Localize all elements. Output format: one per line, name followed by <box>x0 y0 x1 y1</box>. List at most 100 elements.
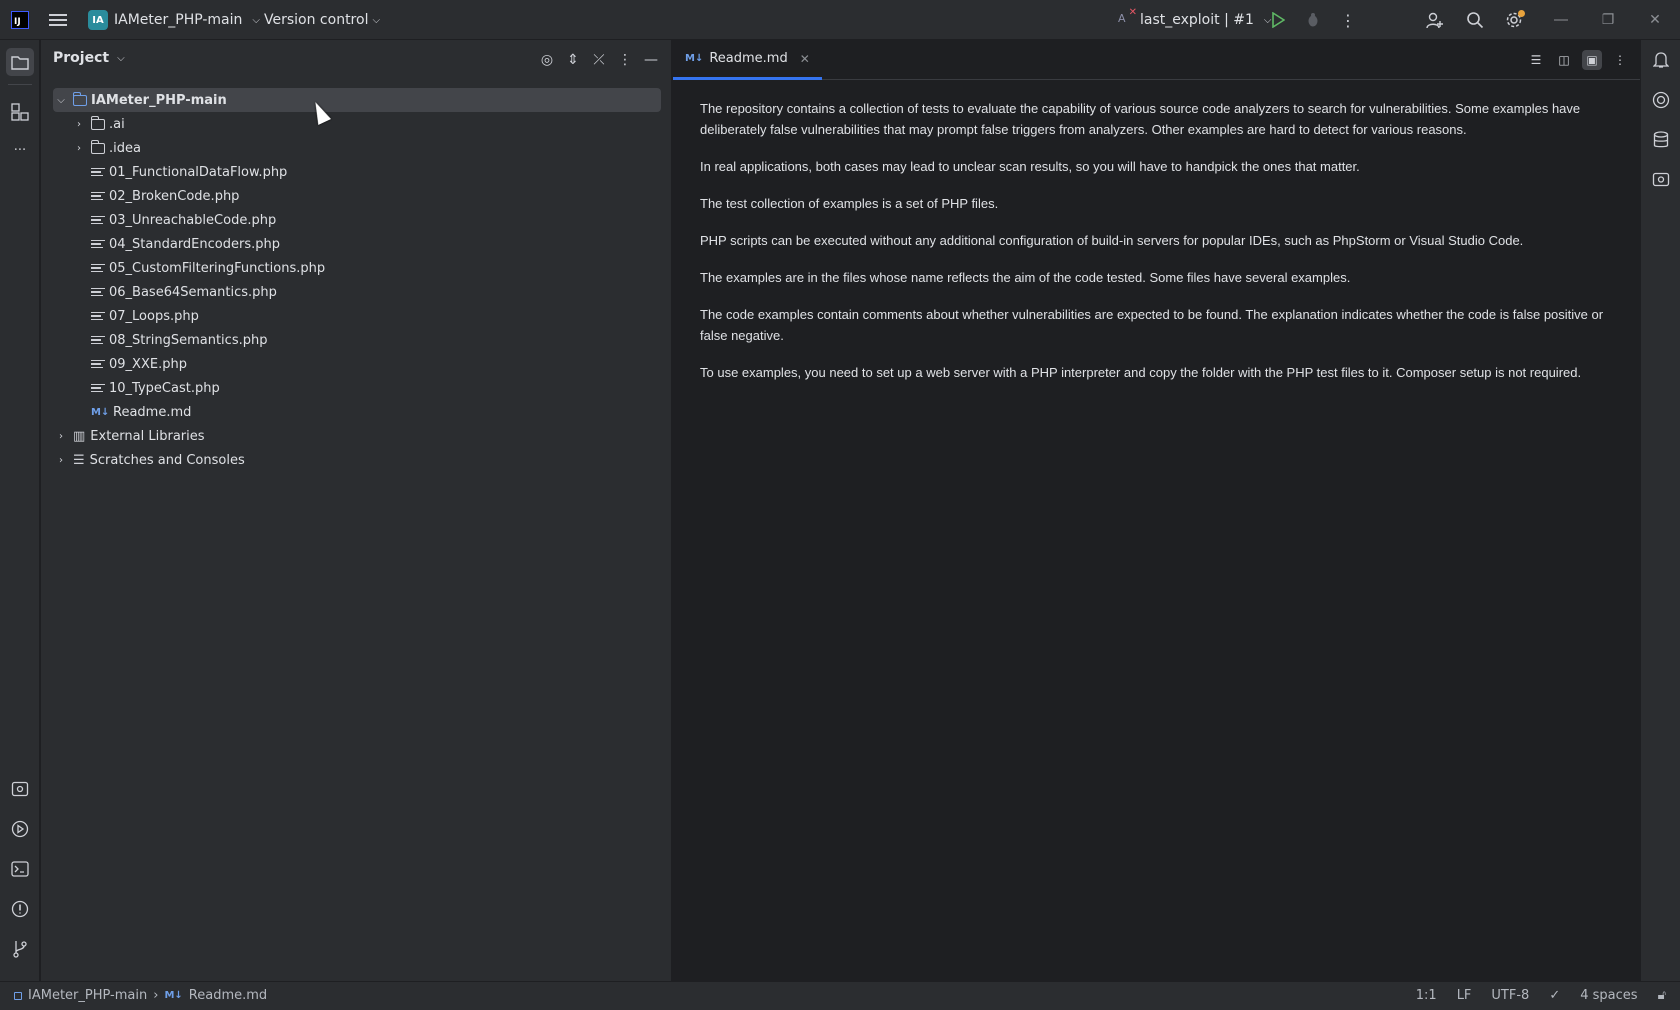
readme-paragraph: The repository contains a collection of … <box>700 101 1581 137</box>
run-icon[interactable] <box>1268 10 1288 30</box>
indent-setting[interactable]: 4 spaces <box>1580 988 1637 1003</box>
tree-item-label: IAMeter_PHP-main <box>91 92 227 108</box>
database-icon[interactable] <box>1651 130 1671 150</box>
ai-assistant-icon[interactable] <box>1651 90 1671 110</box>
search-icon[interactable] <box>1465 10 1485 30</box>
breadcrumb-file[interactable]: Readme.md <box>189 988 267 1003</box>
chevron-right-icon[interactable]: › <box>55 431 67 442</box>
more-icon[interactable]: ··· <box>6 136 34 164</box>
run-configuration-selector[interactable]: A ✕ last_exploit | #1 ⌵ <box>1118 7 1271 31</box>
tree-folder-item[interactable]: › ☰ Scratches and Consoles <box>53 448 661 472</box>
editor-only-icon[interactable]: ☰ <box>1526 50 1546 70</box>
library-icon: ▥ <box>73 428 86 444</box>
caret-position[interactable]: 1:1 <box>1416 988 1437 1003</box>
services-icon[interactable] <box>6 775 34 803</box>
collapse-all-icon[interactable]: ⤫ <box>591 50 607 70</box>
editor-view-tools: ☰ ◫ ▣ ⋮ <box>1526 50 1630 70</box>
tree-file-item[interactable]: 03_UnreachableCode.php <box>53 208 661 232</box>
hamburger-menu-icon[interactable] <box>49 12 67 28</box>
tree-item-label: External Libraries <box>90 428 205 444</box>
checkmark-icon[interactable]: ✓ <box>1549 988 1560 1003</box>
hide-icon[interactable]: — <box>643 50 659 70</box>
status-widgets: 1:1 LF UTF-8 ✓ 4 spaces 🔓︎ <box>1416 988 1666 1003</box>
php-file-icon <box>91 240 105 248</box>
chevron-right-icon[interactable]: › <box>55 455 67 466</box>
locate-icon[interactable]: ◎ <box>539 50 555 70</box>
line-separator[interactable]: LF <box>1457 988 1472 1003</box>
terminal-icon[interactable] <box>6 855 34 883</box>
chevron-right-icon[interactable]: › <box>73 119 85 130</box>
version-control-menu[interactable]: Version control ⌵ <box>264 9 380 31</box>
project-icon[interactable] <box>6 48 34 76</box>
tree-folder-item[interactable]: › .idea <box>53 136 661 160</box>
settings-icon[interactable] <box>1504 10 1525 30</box>
php-file-icon <box>91 360 105 368</box>
project-panel-header[interactable]: Project ⌵ <box>53 50 125 66</box>
markdown-preview: The repository contains a collection of … <box>700 98 1620 399</box>
add-user-icon[interactable] <box>1425 10 1445 30</box>
tree-file-item[interactable]: 10_TypeCast.php <box>53 376 661 400</box>
version-control-label: Version control <box>264 12 369 28</box>
tree-folder-item[interactable]: › .ai <box>53 112 661 136</box>
more-vertical-icon[interactable]: ⋮ <box>1610 50 1630 70</box>
more-vertical-icon[interactable]: ⋮ <box>617 50 633 70</box>
tree-file-item[interactable]: 06_Base64Semantics.php <box>53 280 661 304</box>
readme-paragraph: The examples are in the files whose name… <box>700 270 1351 285</box>
php-file-icon <box>91 336 105 344</box>
php-file-icon <box>91 384 105 392</box>
markdown-icon: M↓ <box>685 53 704 64</box>
tree-item-label: 05_CustomFilteringFunctions.php <box>109 260 326 276</box>
tree-file-item[interactable]: 04_StandardEncoders.php <box>53 232 661 256</box>
tree-file-item[interactable]: 05_CustomFilteringFunctions.php <box>53 256 661 280</box>
problems-icon[interactable] <box>6 895 34 923</box>
more-vertical-icon[interactable]: ⋮ <box>1338 10 1358 30</box>
readme-paragraph: The code examples contain comments about… <box>700 307 1604 343</box>
title-bar: IJ IA IAMeter_PHP-main ⌵ Version control… <box>0 0 1680 40</box>
tree-folder-item[interactable]: ⌵ IAMeter_PHP-main <box>53 88 661 112</box>
breadcrumb-project[interactable]: IAMeter_PHP-main <box>28 988 147 1003</box>
tree-file-item[interactable]: 02_BrokenCode.php <box>53 184 661 208</box>
project-switcher[interactable]: IA IAMeter_PHP-main ⌵ <box>88 9 260 31</box>
chevron-down-icon: ⌵ <box>372 14 381 26</box>
update-badge <box>1518 10 1525 17</box>
chevron-down-icon[interactable]: ⌵ <box>55 95 67 106</box>
lock-icon[interactable]: 🔓︎ <box>1658 988 1666 1003</box>
tree-item-label: 08_StringSemantics.php <box>109 332 268 348</box>
notifications-icon[interactable] <box>1651 50 1671 70</box>
tree-file-item[interactable]: M↓ Readme.md <box>53 400 661 424</box>
right-tool-strip <box>1640 40 1680 981</box>
tree-folder-item[interactable]: › ▥ External Libraries <box>53 424 661 448</box>
readme-paragraph: In real applications, both cases may lea… <box>700 159 1360 174</box>
split-view-icon[interactable]: ◫ <box>1554 50 1574 70</box>
run-icon[interactable] <box>6 815 34 843</box>
chevron-right-icon[interactable]: › <box>73 143 85 154</box>
tree-item-label: 02_BrokenCode.php <box>109 188 240 204</box>
editor-tab-bar: M↓ Readme.md ✕ ☰ ◫ ▣ ⋮ <box>673 40 1640 80</box>
restore-icon[interactable]: ❐ <box>1598 10 1618 30</box>
tree-item-label: 01_FunctionalDataFlow.php <box>109 164 288 180</box>
status-bar: IAMeter_PHP-main › M↓ Readme.md 1:1 LF U… <box>0 981 1680 1010</box>
debug-icon[interactable] <box>1303 10 1323 30</box>
structure-icon[interactable] <box>6 98 34 126</box>
file-encoding[interactable]: UTF-8 <box>1491 988 1529 1003</box>
minimize-icon[interactable]: ― <box>1551 10 1571 30</box>
tab-readme[interactable]: M↓ Readme.md ✕ <box>673 40 822 80</box>
tree-file-item[interactable]: 08_StringSemantics.php <box>53 328 661 352</box>
tree-file-item[interactable]: 09_XXE.php <box>53 352 661 376</box>
tree-file-item[interactable]: 07_Loops.php <box>53 304 661 328</box>
code-with-me-icon[interactable] <box>1651 170 1671 190</box>
expand-all-icon[interactable]: ⇕ <box>565 50 581 70</box>
scratches-icon: ☰ <box>73 452 85 468</box>
tab-label: Readme.md <box>709 51 788 66</box>
git-icon[interactable] <box>6 935 34 963</box>
markdown-icon: M↓ <box>164 990 183 1001</box>
app-logo-icon[interactable]: IJ <box>11 11 29 29</box>
project-panel: Project ⌵ ◎ ⇕ ⤫ ⋮ — ⌵ IAMeter_PHP-main › .a… <box>41 40 672 981</box>
tree-file-item[interactable]: 01_FunctionalDataFlow.php <box>53 160 661 184</box>
close-icon[interactable]: ✕ <box>1645 10 1665 30</box>
close-tab-icon[interactable]: ✕ <box>800 52 810 66</box>
tree-item-label: .ai <box>109 116 125 132</box>
php-file-icon <box>91 192 105 200</box>
module-icon <box>14 991 22 1000</box>
preview-only-icon[interactable]: ▣ <box>1582 50 1602 70</box>
